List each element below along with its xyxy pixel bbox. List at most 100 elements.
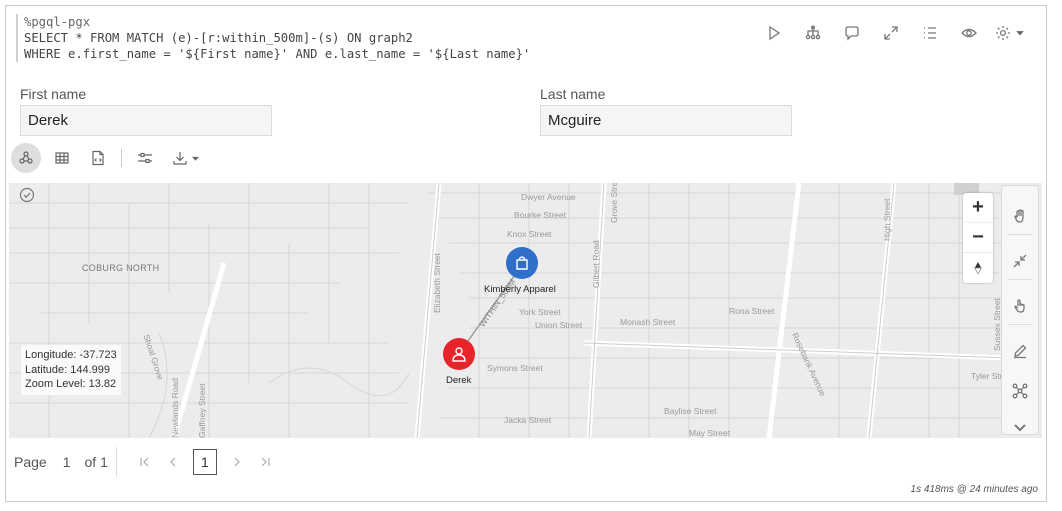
graph-view-icon: [19, 151, 33, 164]
sidebar-divider: [1008, 234, 1032, 235]
street-label: Baylise Street: [664, 406, 717, 416]
table-view-icon: [55, 152, 69, 164]
person-icon: [452, 347, 466, 362]
pointer-hand-icon: [1014, 299, 1025, 313]
sidebar-divider: [1008, 279, 1032, 280]
run-button[interactable]: [754, 20, 793, 46]
street-label: Grove Street: [609, 183, 619, 223]
list-icon: [923, 27, 936, 39]
shopping-bag-icon: [516, 256, 528, 270]
street-label: Rona Street: [729, 306, 775, 316]
expand-button[interactable]: [871, 20, 910, 46]
first-name-input[interactable]: Derek: [20, 105, 272, 136]
previous-page-button[interactable]: [159, 456, 187, 468]
graph-view-button[interactable]: [11, 143, 41, 173]
comment-button[interactable]: [832, 20, 871, 46]
node-label: Kimberly Apparel: [484, 284, 556, 295]
dropdown-caret-icon: [192, 156, 199, 161]
graph-hierarchy-icon: [805, 25, 820, 40]
pagination: Page 1 of 1 1: [14, 447, 279, 477]
map-tools-sidebar: [1001, 185, 1039, 435]
pager-divider: [115, 447, 117, 477]
street-label: York Street: [519, 307, 561, 317]
json-view-icon: [92, 150, 104, 166]
settings-sliders-button[interactable]: [130, 143, 160, 173]
settings-sliders-icon: [138, 152, 152, 164]
first-page-icon: [140, 457, 149, 467]
download-button[interactable]: [166, 143, 206, 173]
street-label: Newlands Road: [170, 377, 180, 438]
expand-icon: [883, 26, 898, 40]
select-all-icon[interactable]: [19, 187, 35, 203]
collapse-button[interactable]: [1002, 243, 1038, 279]
street-label: Knox Street: [507, 229, 552, 239]
street-label: Elizabeth Street: [432, 252, 442, 313]
table-view-button[interactable]: [47, 143, 77, 173]
hand-pan-icon: [1014, 209, 1024, 223]
compass-button[interactable]: [963, 253, 993, 283]
compass-icon: [973, 262, 983, 275]
more-tools-button[interactable]: [1002, 409, 1038, 438]
map-coordinates: Longitude: -37.723 Latitude: 144.999 Zoo…: [21, 345, 121, 395]
code-editor[interactable]: %pgql-pgx SELECT * FROM MATCH (e)-[r:with…: [16, 14, 736, 62]
code-line-select: SELECT * FROM MATCH (e)-[r:within_500m]-…: [24, 31, 413, 45]
sidebar-divider: [1008, 324, 1032, 325]
street-label: Dwyer Avenue: [521, 192, 576, 202]
street-label: Union Street: [535, 320, 583, 330]
first-page-button[interactable]: [131, 456, 159, 468]
last-page-icon: [261, 457, 270, 467]
zoom-controls: + −: [963, 193, 993, 283]
view-toolbar: [11, 143, 212, 173]
next-page-button[interactable]: [223, 456, 251, 468]
map-view[interactable]: COBURG NORTH Dwyer Avenue Bourke Street …: [9, 183, 1042, 438]
dropdown-caret-icon: [1016, 31, 1024, 36]
eye-icon: [960, 28, 977, 38]
run-icon: [768, 25, 780, 41]
last-page-button[interactable]: [251, 456, 279, 468]
graph-hierarchy-button[interactable]: [793, 20, 832, 46]
zoom-out-button[interactable]: −: [963, 223, 993, 253]
street-label: Monash Street: [620, 317, 676, 327]
list-button[interactable]: [910, 20, 949, 46]
zoom-level-readout: Zoom Level: 13.82: [25, 378, 117, 390]
area-label: COBURG NORTH: [82, 263, 160, 273]
settings-dropdown[interactable]: [988, 20, 1032, 46]
street-label: Gilbert Road: [591, 240, 601, 288]
longitude-readout: Longitude: -37.723: [25, 349, 117, 361]
page-label: Page: [14, 454, 47, 470]
current-page-button[interactable]: 1: [192, 449, 217, 475]
edit-button[interactable]: [1002, 333, 1038, 369]
first-name-label: First name: [20, 86, 87, 102]
street-label: Jacka Street: [504, 415, 552, 425]
next-page-icon: [234, 457, 240, 467]
street-label: May Street: [689, 428, 731, 438]
edit-icon: [1014, 344, 1027, 359]
street-label: High Street: [882, 198, 892, 241]
paragraph-toolbar: [754, 20, 1032, 46]
page-number-input[interactable]: 1: [63, 454, 71, 470]
street-label: Gaffney Street: [197, 383, 207, 438]
last-name-input[interactable]: Mcguire: [540, 105, 792, 136]
json-view-button[interactable]: [83, 143, 113, 173]
page-count: of 1: [84, 454, 108, 470]
node-derek[interactable]: [443, 338, 475, 370]
gear-icon: [996, 26, 1010, 40]
collapse-icon: [1013, 254, 1027, 268]
code-line-where: WHERE e.first_name = '${First name}' AND…: [24, 47, 531, 61]
latitude-readout: Latitude: 144.999: [25, 363, 111, 376]
street-label: Symons Street: [487, 363, 543, 373]
download-icon: [173, 152, 187, 165]
zoom-in-button[interactable]: +: [963, 193, 993, 223]
comment-icon: [844, 26, 859, 41]
pointer-tool-button[interactable]: [1002, 288, 1038, 324]
visibility-button[interactable]: [949, 20, 988, 46]
node-kimberly-apparel[interactable]: [506, 247, 538, 279]
last-name-label: Last name: [540, 86, 606, 102]
node-label: Derek: [446, 375, 472, 386]
toolbar-divider: [121, 149, 122, 167]
street-label: Bourke Street: [514, 210, 566, 220]
code-line-interpreter: %pgql-pgx: [24, 15, 91, 29]
graph-layout-button[interactable]: [1002, 373, 1038, 409]
graph-layout-icon: [1012, 383, 1028, 399]
pan-tool-button[interactable]: [1002, 198, 1038, 234]
